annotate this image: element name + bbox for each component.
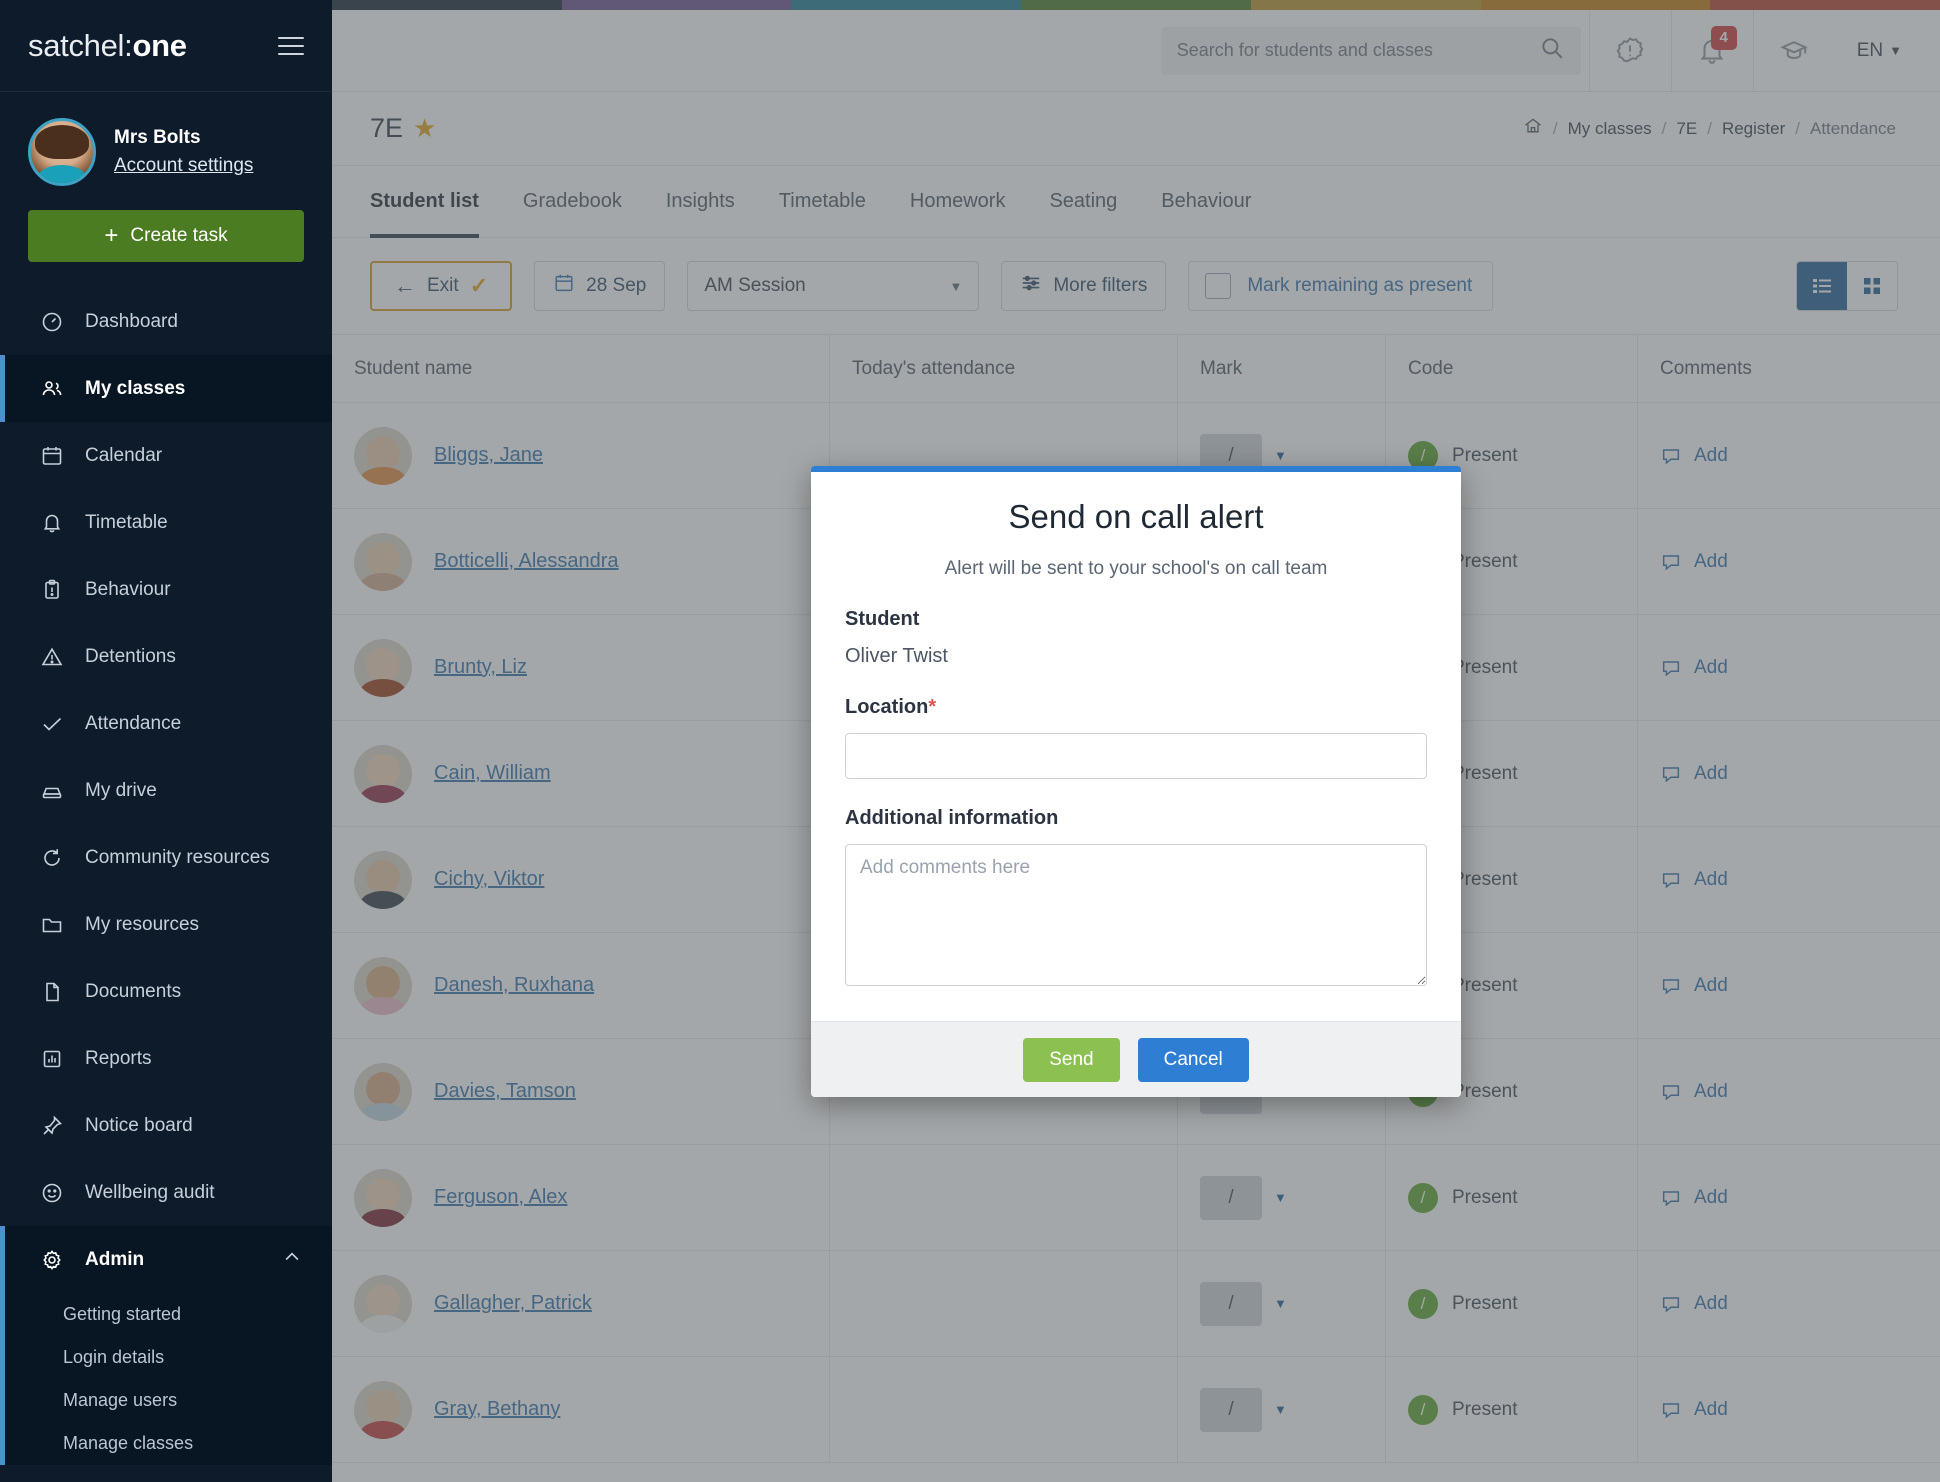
document-icon	[39, 979, 65, 1005]
dialog-subtitle: Alert will be sent to your school's on c…	[944, 558, 1328, 579]
sidebar-item-community-resources[interactable]: Community resources	[0, 824, 332, 891]
student-field-label: Student	[845, 608, 920, 630]
sidebar-item-wellbeing-audit[interactable]: Wellbeing audit	[0, 1159, 332, 1226]
drive-icon	[39, 778, 65, 804]
sidebar-item-label: Timetable	[85, 511, 168, 533]
plus-icon: +	[104, 222, 119, 249]
sidebar-item-label: Attendance	[85, 712, 182, 734]
sidebar-item-documents[interactable]: Documents	[0, 958, 332, 1025]
location-input[interactable]	[845, 733, 1427, 779]
sidebar-item-label: Behaviour	[85, 578, 171, 600]
sidebar-item-label: My resources	[85, 913, 200, 935]
sidebar-subitem-getting-started[interactable]: Getting started	[0, 1293, 332, 1336]
cancel-button[interactable]: Cancel	[1137, 1037, 1249, 1082]
avatar[interactable]	[28, 118, 96, 186]
location-label-text: Location	[845, 696, 929, 718]
location-field-label: Location*	[845, 696, 1427, 719]
main-area: 4 EN ▼ 7E ★ / My classes / 7E / R	[332, 0, 1940, 1482]
dialog-footer: Send Cancel	[811, 1021, 1461, 1097]
sidebar: satchel:one Mrs Bolts Account settings +…	[0, 0, 332, 1482]
sidebar-item-notice-board[interactable]: Notice board	[0, 1092, 332, 1159]
required-asterisk: *	[928, 696, 937, 718]
sidebar-item-label: Admin	[85, 1248, 145, 1270]
app-logo[interactable]: satchel:one	[28, 28, 187, 64]
sidebar-item-behaviour[interactable]: Behaviour	[0, 556, 332, 623]
sidebar-item-timetable[interactable]: Timetable	[0, 489, 332, 556]
folder-icon	[39, 912, 65, 938]
gear-icon	[39, 1247, 65, 1273]
account-settings-link[interactable]: Account settings	[114, 154, 253, 179]
chart-icon	[39, 1046, 65, 1072]
sidebar-item-label: My classes	[85, 377, 186, 399]
additional-information-label: Additional information	[845, 807, 1059, 829]
additional-information-textarea[interactable]	[845, 844, 1427, 986]
check-icon	[39, 711, 65, 737]
sidebar-item-my-classes[interactable]: My classes	[0, 355, 332, 422]
sidebar-item-label: Notice board	[85, 1114, 193, 1136]
app-root: satchel:one Mrs Bolts Account settings +…	[0, 0, 1940, 1482]
warning-icon	[39, 644, 65, 670]
sidebar-item-label: Detentions	[85, 645, 176, 667]
logo-suffix: one	[132, 27, 187, 63]
sidebar-item-my-resources[interactable]: My resources	[0, 891, 332, 958]
sidebar-subitem-login-details[interactable]: Login details	[0, 1336, 332, 1379]
profile-block: Mrs Bolts Account settings	[0, 92, 332, 186]
sidebar-item-label: My drive	[85, 779, 157, 801]
pin-icon	[39, 1113, 65, 1139]
sidebar-item-attendance[interactable]: Attendance	[0, 690, 332, 757]
sidebar-item-label: Dashboard	[85, 310, 178, 332]
sidebar-item-reports[interactable]: Reports	[0, 1025, 332, 1092]
send-button[interactable]: Send	[1023, 1037, 1120, 1082]
sidebar-item-my-drive[interactable]: My drive	[0, 757, 332, 824]
sidebar-item-detentions[interactable]: Detentions	[0, 623, 332, 690]
bell-icon	[39, 510, 65, 536]
refresh-icon	[39, 845, 65, 871]
profile-name: Mrs Bolts	[114, 126, 201, 148]
dialog-title: Send on call alert	[1008, 498, 1264, 535]
send-on-call-alert-dialog: Send on call alert Alert will be sent to…	[811, 466, 1461, 1097]
sidebar-item-label: Community resources	[85, 846, 270, 868]
sidebar-item-calendar[interactable]: Calendar	[0, 422, 332, 489]
sidebar-item-label: Reports	[85, 1047, 152, 1069]
people-icon	[39, 376, 65, 402]
sidebar-item-admin[interactable]: Admin	[0, 1226, 332, 1293]
smiley-icon	[39, 1180, 65, 1206]
sidebar-brand-row: satchel:one	[0, 0, 332, 92]
student-name-value: Oliver Twist	[845, 645, 948, 667]
chevron-up-icon[interactable]	[282, 1247, 302, 1273]
clipboard-icon	[39, 577, 65, 603]
gauge-icon	[39, 309, 65, 335]
create-task-button[interactable]: + Create task	[28, 210, 304, 262]
sidebar-nav: Dashboard My classes Calendar Timetable Beha…	[0, 288, 332, 1465]
sidebar-item-label: Calendar	[85, 444, 163, 466]
hamburger-menu-icon[interactable]	[278, 36, 304, 55]
sidebar-subitem-manage-classes[interactable]: Manage classes	[0, 1422, 332, 1465]
create-task-label: Create task	[130, 225, 228, 246]
sidebar-item-dashboard[interactable]: Dashboard	[0, 288, 332, 355]
logo-prefix: satchel	[28, 27, 125, 63]
calendar-icon	[39, 443, 65, 469]
sidebar-item-label: Documents	[85, 980, 182, 1002]
sidebar-item-label: Wellbeing audit	[85, 1181, 215, 1203]
sidebar-subitem-manage-users[interactable]: Manage users	[0, 1379, 332, 1422]
